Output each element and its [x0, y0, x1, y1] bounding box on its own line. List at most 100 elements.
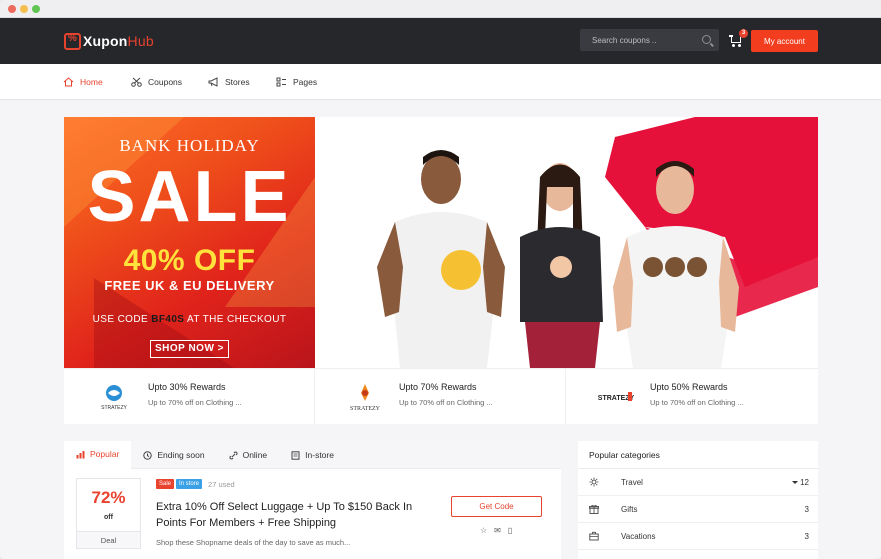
reward-desc: Up to 70% off on Clothing ...: [148, 398, 242, 407]
logo-caption: STRATEZY: [101, 405, 127, 411]
categories-title: Popular categories: [578, 441, 818, 469]
mail-icon[interactable]: ✉: [494, 526, 501, 535]
search-input[interactable]: [580, 35, 690, 45]
logo-text: XuponHub: [83, 33, 154, 49]
reward-card[interactable]: STRATEZY Upto 30% Rewards Up to 70% off …: [64, 369, 315, 425]
promo-headline-top: BANK HOLIDAY: [119, 136, 260, 155]
stratezy-logo: STRATEZY: [350, 384, 381, 412]
nav-item-pages[interactable]: Pages: [276, 64, 317, 100]
stratezy-logo: STRATEZY: [101, 385, 128, 411]
get-code-button[interactable]: Get Code: [451, 496, 542, 517]
close-window-button[interactable]: [8, 5, 16, 13]
category-row-gifts[interactable]: Gifts 3: [578, 496, 818, 523]
deal-actions: ☆ ✉ ▯: [480, 526, 519, 535]
promo-headline: SALE: [87, 157, 292, 237]
deal-badges: Sale In store 27 used: [156, 479, 235, 489]
monkey-print: [665, 257, 685, 277]
sale-promo[interactable]: BANK HOLIDAY SALE 40% OFF FREE UK & EU D…: [64, 117, 315, 368]
sun-icon: [589, 477, 599, 487]
reward-card[interactable]: STRATEZY Upto 70% Rewards Up to 70% off …: [315, 369, 566, 425]
monkey-print: [687, 257, 707, 277]
models-photo: [315, 117, 818, 368]
deal-description: Shop these Shopname deals of the day to …: [156, 538, 351, 547]
sale-badge: Sale: [156, 479, 175, 489]
briefcase-icon: [589, 531, 599, 541]
nav-item-stores[interactable]: Stores: [208, 64, 250, 100]
nav-label: Pages: [293, 77, 318, 87]
my-account-button[interactable]: My account: [751, 30, 818, 52]
search-box: [580, 29, 719, 51]
category-count: 12: [800, 478, 809, 487]
models-illustration: [377, 117, 818, 368]
hero-banner[interactable]: BANK HOLIDAY SALE 40% OFF FREE UK & EU D…: [64, 117, 818, 368]
deal-tabs: Popular Ending soon Online In-store: [64, 441, 561, 469]
person-pants: [525, 322, 600, 368]
person-head: [421, 154, 461, 204]
receipt-icon: [291, 450, 300, 460]
nav-label: Home: [80, 77, 103, 87]
clock-icon: [143, 450, 153, 460]
tab-label: Ending soon: [157, 450, 205, 460]
tab-in-store[interactable]: In-store: [279, 441, 346, 469]
used-count: 27 used: [208, 479, 235, 489]
rewards-strip: STRATEZY Upto 30% Rewards Up to 70% off …: [64, 368, 818, 425]
logo[interactable]: XuponHub: [64, 31, 154, 51]
bar-chart-icon: [76, 450, 85, 458]
star-icon[interactable]: ☆: [480, 526, 487, 535]
stratezy-logo: STRATEZY: [598, 392, 635, 402]
in-store-badge: In store: [176, 479, 203, 489]
deals-panel: Popular Ending soon Online In-store 72% …: [64, 441, 561, 559]
reward-title: Upto 70% Rewards: [399, 382, 477, 392]
popular-categories: Popular categories Travel 12 Gifts 3 Vac…: [578, 441, 818, 559]
reward-desc: Up to 70% off on Clothing ...: [399, 398, 493, 407]
mobile-icon[interactable]: ▯: [508, 526, 512, 535]
coupon-value-box: 72% off Deal: [76, 478, 141, 549]
category-count: 3: [804, 532, 809, 541]
home-icon: [63, 77, 74, 87]
promo-offer: 40% OFF: [123, 244, 256, 277]
browser-window: XuponHub 3 My account Home Coupons Store…: [0, 0, 881, 559]
cart-wheel: [732, 44, 735, 47]
discount-percent: 72%: [91, 488, 126, 507]
category-row-travel[interactable]: Travel 12: [578, 469, 818, 496]
chevron-down-icon[interactable]: [792, 481, 798, 484]
nav-label: Stores: [225, 77, 250, 87]
nav-item-home[interactable]: Home: [63, 64, 103, 100]
minimize-window-button[interactable]: [20, 5, 28, 13]
promo-delivery: FREE UK & EU DELIVERY: [104, 278, 275, 293]
tab-label: Popular: [90, 449, 120, 459]
megaphone-icon: [208, 77, 218, 87]
shop-now-button[interactable]: SHOP NOW >: [150, 340, 229, 358]
coupon-type: Deal: [77, 531, 140, 548]
category-row-vacations[interactable]: Vacations 3: [578, 523, 818, 550]
promo-code-prefix: USE CODE: [92, 314, 152, 325]
monkey-print: [643, 257, 663, 277]
person-arm: [483, 222, 505, 317]
link-icon: [229, 450, 238, 460]
search-icon[interactable]: [702, 35, 711, 44]
tab-popular[interactable]: Popular: [64, 441, 132, 469]
promo-code: BF40S: [151, 314, 185, 325]
reward-card[interactable]: STRATEZY Upto 50% Rewards Up to 70% off …: [566, 369, 817, 425]
title-bar: [0, 0, 881, 18]
category-count: 3: [804, 505, 809, 514]
person-shirt: [625, 226, 729, 368]
promo-code-line: USE CODE BF40S AT THE CHECKOUT: [64, 314, 315, 325]
coupon-tag-icon: [64, 32, 81, 50]
maximize-window-button[interactable]: [32, 5, 40, 13]
logo-caption: STRATEZY: [350, 406, 381, 412]
category-name: Travel: [621, 478, 643, 487]
reward-title: Upto 50% Rewards: [650, 382, 728, 392]
tab-online[interactable]: Online: [217, 441, 280, 469]
cart-basket: [731, 37, 741, 43]
top-header: XuponHub 3 My account: [0, 18, 881, 64]
tab-ending-soon[interactable]: Ending soon: [131, 441, 216, 469]
reward-desc: Up to 70% off on Clothing ...: [650, 398, 744, 407]
emoji-print: [441, 250, 481, 290]
tab-label: In-store: [305, 450, 334, 460]
nav-item-coupons[interactable]: Coupons: [131, 64, 182, 100]
person-shirt: [393, 212, 495, 368]
tab-label: Online: [242, 450, 268, 460]
discount-off-label: off: [104, 514, 113, 521]
deal-title[interactable]: Extra 10% Off Select Luggage + Up To $15…: [156, 499, 426, 531]
